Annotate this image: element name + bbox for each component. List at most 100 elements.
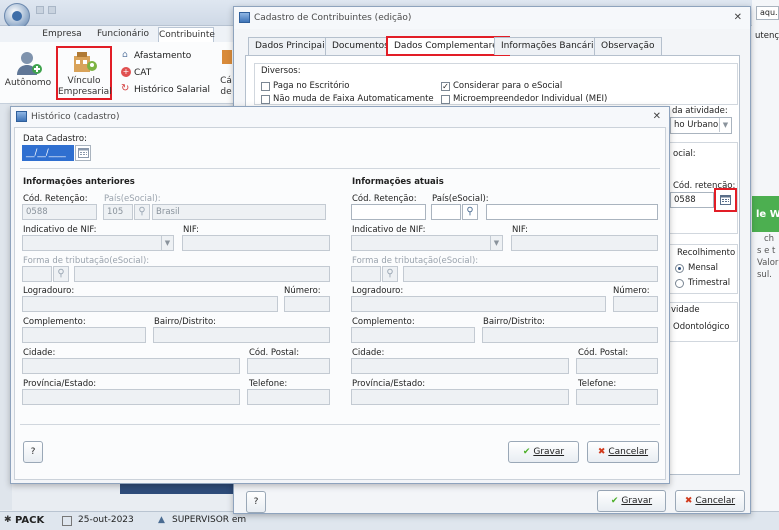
status-user: SUPERVISOR em [172, 515, 247, 525]
recolhimento-label: Recolhimento [677, 248, 736, 258]
cat-label: CAT [134, 68, 152, 78]
bg-cancel-button[interactable]: ✖ Cancelar [675, 490, 745, 512]
anteriores-nif-input [182, 235, 330, 251]
right-edge-green-text: le W [756, 209, 779, 220]
cod-retencao-bg-input[interactable]: 0588 [670, 192, 714, 208]
paga-escritorio-checkbox[interactable] [261, 82, 270, 91]
window-icon [239, 12, 250, 23]
data-cadastro-calendar-button[interactable] [75, 145, 91, 161]
mei-checkbox[interactable] [441, 95, 450, 104]
historico-salarial-label: Histórico Salarial [134, 85, 210, 95]
atividade-value: ho Urbano [674, 120, 719, 130]
help-button[interactable]: ? [23, 441, 43, 463]
ribbon-cut-icon [222, 50, 232, 64]
search-icon[interactable]: ⚲ [382, 266, 398, 282]
ribbon-tab-contribuinte[interactable]: Contribuinte [158, 27, 215, 42]
recolhimento-trimestral-radio[interactable] [675, 279, 684, 288]
close-icon[interactable]: ✕ [653, 107, 661, 127]
right-edge-search[interactable]: aqu... [756, 6, 779, 20]
afastamento-button[interactable]: ⌂ Afastamento [120, 50, 220, 62]
nao-muda-faixa-checkbox[interactable] [261, 95, 270, 104]
atuais-nif-input[interactable] [511, 235, 658, 251]
status-user-icon: ▲ [158, 515, 165, 525]
data-cadastro-input[interactable]: __/__/____ [22, 145, 74, 161]
cancel-x-icon: ✖ [684, 496, 693, 506]
ribbon-tab-funcionario[interactable]: Funcionário [94, 27, 152, 42]
atividade-select[interactable]: ho Urbano ▼ [670, 117, 732, 134]
atuais-provincia-input[interactable] [351, 389, 569, 405]
considerar-esocial-checkbox[interactable]: ✓ [441, 82, 450, 91]
anteriores-telefone-input [247, 389, 330, 405]
anteriores-logradouro-label: Logradouro: [23, 286, 75, 296]
anteriores-provincia-input [22, 389, 240, 405]
cadastro-window-title: Cadastro de Contribuintes (edição) [254, 13, 412, 23]
atuais-bairro-input[interactable] [482, 327, 658, 343]
save-label: Gravar [533, 447, 565, 457]
anteriores-numero-label: Número: [284, 286, 321, 296]
atuais-indicativo-nif-select[interactable]: ▼ [351, 235, 503, 251]
cadastro-window-title-bar: Cadastro de Contribuintes (edição) ✕ [234, 7, 750, 29]
anteriores-bairro-input [153, 327, 330, 343]
historico-salarial-button[interactable]: ↻ Histórico Salarial [120, 83, 220, 96]
esocial-label: ocial: [673, 149, 696, 159]
chevron-down-icon: ▼ [490, 236, 502, 250]
atuais-pais-code-input[interactable] [431, 204, 461, 220]
right-edge-info-1: ch [764, 234, 775, 244]
cancel-label: Cancelar [608, 447, 649, 457]
save-button[interactable]: ✔ Gravar [508, 441, 579, 463]
tab-dados-complementares[interactable]: Dados Complementares [386, 36, 511, 56]
afastamento-label: Afastamento [134, 51, 192, 61]
atuais-numero-input[interactable] [613, 296, 658, 312]
atuais-cod-postal-input[interactable] [576, 358, 658, 374]
tab-dados-principais[interactable]: Dados Principais [248, 37, 337, 55]
bg-save-label: Gravar [621, 496, 653, 506]
anteriores-provincia-label: Província/Estado: [23, 379, 97, 389]
status-date: 25-out-2023 [78, 515, 134, 525]
cod-retencao-history-button[interactable] [714, 188, 737, 212]
atuais-cidade-input[interactable] [351, 358, 569, 374]
atuais-telefone-input[interactable] [576, 389, 658, 405]
quick-access-icon[interactable] [36, 6, 44, 14]
atuais-logradouro-input[interactable] [351, 296, 606, 312]
data-cadastro-label: Data Cadastro: [23, 134, 87, 144]
anteriores-complemento-label: Complemento: [23, 317, 86, 327]
close-icon[interactable]: ✕ [734, 7, 742, 29]
cancel-x-icon: ✖ [597, 447, 606, 457]
recolhimento-mensal-radio[interactable] [675, 264, 684, 273]
anteriores-pais-name-input: Brasil [152, 204, 326, 220]
check-icon: ✔ [522, 447, 531, 457]
atuais-cod-retencao-input[interactable] [351, 204, 426, 220]
cancel-button[interactable]: ✖ Cancelar [587, 441, 659, 463]
quick-access-icon[interactable] [48, 6, 56, 14]
tab-observacao[interactable]: Observação [594, 37, 662, 55]
anteriores-cod-retencao-label: Cód. Retenção: [23, 194, 88, 204]
ribbon-tab-empresa[interactable]: Empresa [40, 27, 84, 42]
bg-save-button[interactable]: ✔ Gravar [597, 490, 666, 512]
considerar-esocial-label: Considerar para o eSocial [453, 81, 563, 91]
status-calendar-icon [62, 516, 72, 526]
anteriores-heading: Informações anteriores [23, 177, 135, 187]
atuais-complemento-input[interactable] [351, 327, 475, 343]
ribbon-vinculo-label-2: Empresarial [58, 87, 112, 97]
anteriores-bairro-label: Bairro/Distrito: [154, 317, 217, 327]
right-edge-tab[interactable]: utenç [755, 31, 779, 41]
search-icon[interactable]: ⚲ [462, 204, 478, 220]
status-brand: PACK [15, 515, 45, 526]
nao-muda-faixa-label: Não muda de Faixa Automaticamente [273, 94, 434, 104]
anteriores-pais-label: País(eSocial): [104, 194, 161, 204]
atuais-nif-label: NIF: [512, 225, 528, 235]
atuais-indicativo-nif-label: Indicativo de NIF: [352, 225, 426, 235]
atuais-forma-tributacao-code[interactable] [351, 266, 381, 282]
ribbon-vinculo-label-1: Vínculo [67, 76, 101, 86]
bg-help-button[interactable]: ? [246, 491, 266, 513]
chevron-down-icon: ▼ [719, 118, 731, 132]
atuais-numero-label: Número: [613, 286, 650, 296]
vinculo-icon [72, 50, 98, 74]
user-add-icon[interactable] [14, 48, 44, 78]
atuais-cidade-label: Cidade: [352, 348, 385, 358]
search-icon: ⚲ [134, 204, 150, 220]
cat-button[interactable]: + CAT [120, 67, 220, 79]
recolhimento-trimestral-label: Trimestral [688, 278, 731, 288]
historico-title: Histórico (cadastro) [31, 112, 120, 122]
cat-icon: + [121, 67, 131, 77]
